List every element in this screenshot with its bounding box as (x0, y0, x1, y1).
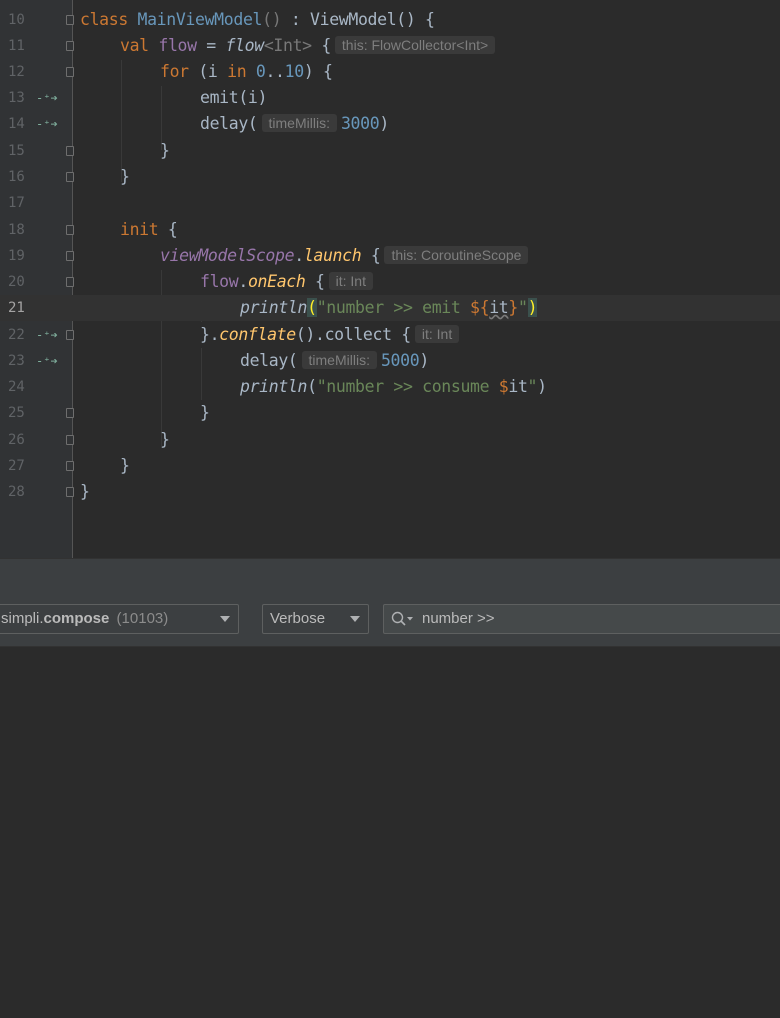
code-text: }.conflate().collect {it: Int (200, 322, 463, 348)
code-line[interactable]: 20 flow.onEach {it: Int (0, 269, 780, 295)
fold-icon[interactable] (66, 172, 74, 182)
fold-icon[interactable] (66, 251, 74, 261)
fold-icon[interactable] (66, 41, 74, 51)
line-number: 19 (8, 248, 25, 264)
line-number: 18 (8, 222, 25, 238)
line-number: 17 (8, 195, 25, 211)
logcat-output[interactable] (0, 647, 780, 1018)
line-number: 10 (8, 12, 25, 28)
code-text: println("number >> emit ${it}") (240, 298, 538, 317)
inlay-hint: timeMillis: (261, 114, 337, 132)
code-line[interactable]: 27 } (0, 453, 780, 479)
fold-icon[interactable] (66, 487, 74, 497)
line-number: 12 (8, 64, 25, 80)
code-text: } (80, 482, 90, 501)
line-number: 22 (8, 327, 25, 343)
process-pid: (10103) (116, 610, 169, 627)
line-number: 11 (8, 38, 25, 54)
recursive-call-icon[interactable]: -⁺➔ (36, 328, 58, 342)
search-input[interactable]: number >> (422, 605, 495, 633)
search-icon[interactable] (391, 611, 415, 627)
logcat-toolbar: simpli.compose (10103) Verbose number >> (0, 594, 780, 647)
code-line[interactable]: 15 } (0, 138, 780, 164)
code-line[interactable]: 18 init { (0, 217, 780, 243)
code-line[interactable]: 14 -⁺➔ delay(timeMillis: 3000) (0, 111, 780, 137)
fold-icon[interactable] (66, 461, 74, 471)
line-number: 24 (8, 379, 25, 395)
recursive-call-icon[interactable]: -⁺➔ (36, 117, 58, 131)
recursive-call-icon[interactable]: -⁺➔ (36, 354, 58, 368)
code-text: class MainViewModel() : ViewModel() { (80, 10, 435, 29)
code-text: delay(timeMillis: 5000) (240, 351, 429, 370)
code-line[interactable]: 23 -⁺➔ delay(timeMillis: 5000) (0, 348, 780, 374)
recursive-call-icon[interactable]: -⁺➔ (36, 91, 58, 105)
code-text: } (160, 141, 170, 160)
fold-icon[interactable] (66, 408, 74, 418)
line-number: 20 (8, 274, 25, 290)
code-line[interactable]: 16 } (0, 164, 780, 190)
fold-icon[interactable] (66, 67, 74, 77)
code-text: delay(timeMillis: 3000) (200, 114, 389, 133)
fold-icon[interactable] (66, 277, 74, 287)
code-text: } (200, 403, 210, 422)
line-number: 25 (8, 405, 25, 421)
code-text: println("number >> consume $it") (240, 377, 547, 396)
code-line[interactable]: 11 val flow = flow<Int> {this: FlowColle… (0, 33, 780, 59)
fold-icon[interactable] (66, 330, 74, 340)
chevron-down-icon[interactable] (350, 616, 360, 622)
fold-icon[interactable] (66, 225, 74, 235)
code-line[interactable]: 28 } (0, 479, 780, 505)
inlay-hint: this: FlowCollector<Int> (334, 36, 496, 54)
code-line[interactable]: 10 class MainViewModel() : ViewModel() { (0, 7, 780, 33)
inlay-hint: it: Int (328, 272, 373, 290)
code-line[interactable]: 19 viewModelScope.launch {this: Coroutin… (0, 243, 780, 269)
process-select[interactable]: simpli.compose (10103) (0, 604, 239, 634)
code-text: for (i in 0..10) { (160, 62, 333, 81)
log-level-value: Verbose (270, 610, 326, 627)
fold-icon[interactable] (66, 435, 74, 445)
code-line-current[interactable]: 21 println("number >> emit ${it}") (0, 295, 780, 321)
process-name: compose (43, 610, 110, 627)
line-number: 27 (8, 458, 25, 474)
fold-icon[interactable] (66, 15, 74, 25)
code-line[interactable]: 26 } (0, 427, 780, 453)
code-text: init { (120, 220, 178, 239)
line-number: 21 (8, 300, 25, 316)
code-line[interactable]: 24 println("number >> consume $it") (0, 374, 780, 400)
line-number: 16 (8, 169, 25, 185)
code-editor[interactable]: 10 class MainViewModel() : ViewModel() {… (0, 0, 780, 558)
code-line[interactable]: 13 -⁺➔ emit(i) (0, 85, 780, 111)
logcat-search-field[interactable]: number >> (383, 604, 780, 634)
inlay-hint: timeMillis: (301, 351, 377, 369)
code-text: viewModelScope.launch {this: CoroutineSc… (160, 243, 532, 269)
chevron-down-icon[interactable] (220, 616, 230, 622)
line-number: 26 (8, 432, 25, 448)
line-number: 23 (8, 353, 25, 369)
line-number: 14 (8, 116, 25, 132)
inlay-hint: this: CoroutineScope (384, 246, 529, 264)
code-text: } (120, 456, 130, 475)
log-level-select[interactable]: Verbose (262, 604, 369, 634)
panel-header-bar (0, 558, 780, 596)
code-text: emit(i) (200, 88, 268, 107)
process-prefix: simpli. (1, 610, 44, 627)
code-line[interactable]: 22 -⁺➔ }.conflate().collect {it: Int (0, 322, 780, 348)
code-line[interactable]: 25 } (0, 400, 780, 426)
line-number: 15 (8, 143, 25, 159)
inlay-hint: it: Int (414, 325, 460, 343)
code-text: } (160, 430, 170, 449)
line-number: 28 (8, 484, 25, 500)
code-text: flow.onEach {it: Int (200, 269, 377, 295)
code-text: } (120, 167, 130, 186)
line-number: 13 (8, 90, 25, 106)
code-text: val flow = flow<Int> {this: FlowCollecto… (120, 33, 499, 59)
fold-icon[interactable] (66, 146, 74, 156)
code-line[interactable]: 17 (0, 190, 780, 216)
code-line[interactable]: 12 for (i in 0..10) { (0, 59, 780, 85)
